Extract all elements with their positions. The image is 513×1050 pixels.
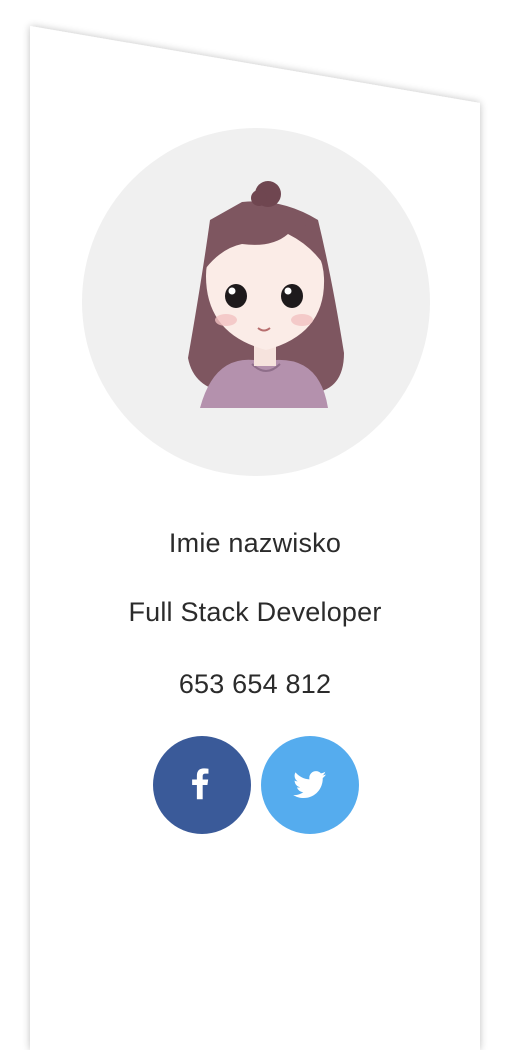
twitter-icon [293,771,327,799]
cartoon-girl-avatar-icon [188,181,344,408]
avatar [82,128,430,476]
profile-card-page: Imie nazwisko Full Stack Developer 653 6… [0,0,513,1050]
profile-title: Full Stack Developer [128,597,382,627]
twitter-button[interactable] [261,736,359,834]
profile-name: Imie nazwisko [168,528,342,558]
facebook-button[interactable] [153,736,251,834]
facebook-icon [192,768,209,800]
profile-phone: 653 654 812 [178,669,332,699]
